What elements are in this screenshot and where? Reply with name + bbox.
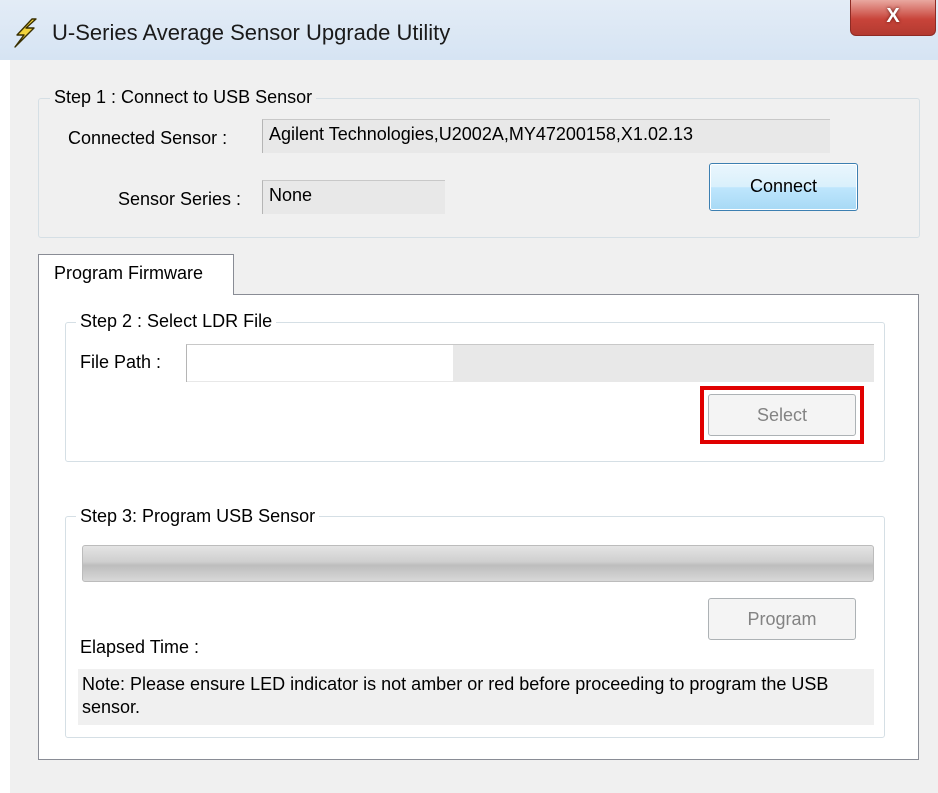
close-icon: X [886,5,900,27]
sensor-series-label: Sensor Series : [118,189,242,209]
file-path-text-area [187,345,453,381]
connected-sensor-field: Agilent Technologies,U2002A,MY47200158,X… [262,119,830,153]
title-bar: U-Series Average Sensor Upgrade Utility … [0,0,938,60]
sensor-series-field: None [262,180,445,214]
connected-sensor-label: Connected Sensor : [68,128,228,148]
note-text: Note: Please ensure LED indicator is not… [78,669,874,725]
tab-program-firmware[interactable]: Program Firmware [38,254,234,295]
program-button[interactable]: Program [708,598,856,640]
elapsed-time-label: Elapsed Time : [80,637,200,657]
close-button[interactable]: X [850,0,936,36]
select-button-highlight [700,386,864,444]
program-progress-bar [82,545,874,582]
step2-legend: Step 2 : Select LDR File [76,311,277,332]
file-path-label: File Path : [80,352,162,372]
lightning-bolt-icon [12,18,38,48]
connect-button[interactable]: Connect [709,163,858,211]
step1-legend: Step 1 : Connect to USB Sensor [50,87,317,108]
file-path-field [186,344,874,382]
window-title: U-Series Average Sensor Upgrade Utility [52,20,451,45]
step3-legend: Step 3: Program USB Sensor [76,506,320,527]
